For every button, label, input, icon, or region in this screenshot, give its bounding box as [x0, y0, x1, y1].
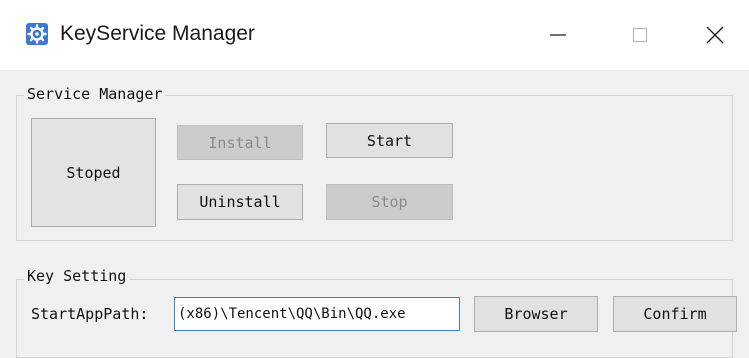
keyservice-window: KeyService Manager Service Manager Stope…	[0, 0, 749, 358]
stop-button[interactable]: Stop	[326, 184, 453, 220]
close-icon	[706, 26, 724, 44]
title-bar[interactable]: KeyService Manager	[0, 0, 749, 70]
install-button[interactable]: Install	[177, 125, 303, 160]
service-status: Stoped	[31, 118, 156, 227]
confirm-button[interactable]: Confirm	[613, 296, 737, 332]
service-status-text: Stoped	[66, 163, 121, 182]
service-manager-group-label: Service Manager	[24, 84, 166, 104]
window-title: KeyService Manager	[60, 22, 255, 45]
key-setting-group-label: Key Setting	[24, 266, 130, 286]
maximize-icon	[632, 27, 648, 43]
minimize-icon	[550, 34, 566, 36]
browser-button[interactable]: Browser	[474, 296, 598, 332]
minimize-button[interactable]	[528, 0, 588, 70]
uninstall-button[interactable]: Uninstall	[177, 184, 303, 220]
start-app-path-label: StartAppPath:	[31, 305, 149, 323]
gear-icon	[26, 23, 48, 45]
start-app-path-value: (x86)\Tencent\QQ\Bin\QQ.exe	[178, 306, 406, 322]
start-button[interactable]: Start	[326, 123, 453, 158]
close-button[interactable]	[685, 0, 745, 70]
maximize-button[interactable]	[610, 0, 670, 70]
start-app-path-input[interactable]: (x86)\Tencent\QQ\Bin\QQ.exe	[174, 297, 460, 331]
